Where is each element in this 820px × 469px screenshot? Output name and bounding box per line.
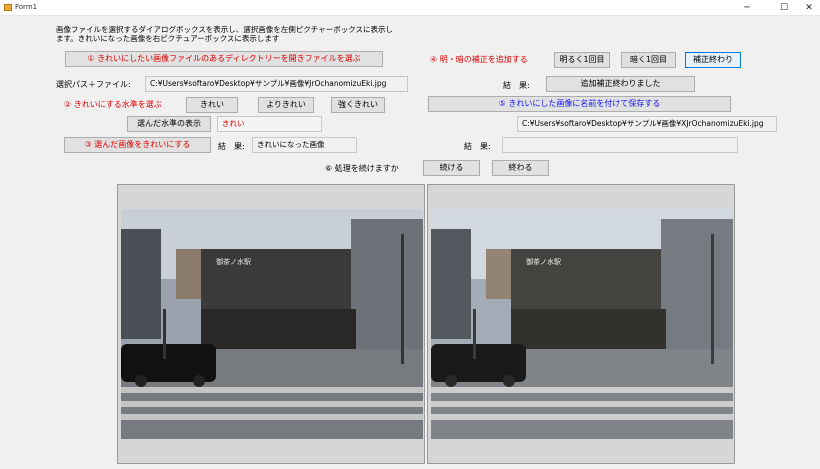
station-sign: 御茶ノ水駅 <box>526 257 561 266</box>
brighter-button[interactable]: 明るく1回目 <box>554 52 610 68</box>
maximize-button[interactable]: ☐ <box>770 1 798 15</box>
cleaned-picture-box: 御茶ノ水駅 <box>427 184 735 464</box>
darker-button[interactable]: 暗く1回目 <box>621 52 676 68</box>
level-kirei-button[interactable]: きれい <box>186 97 238 113</box>
step5-result-field[interactable] <box>502 137 738 153</box>
step4-result-label: 結 果: <box>503 81 530 90</box>
level-tsuyoku-button[interactable]: 強くきれい <box>331 97 385 113</box>
description-text: 画像ファイルを選択するダイアログボックスを表示し、選択画像を左側ピクチャーボック… <box>56 25 393 43</box>
continue-question-label: ⑥ 処理を続けますか <box>325 164 399 173</box>
level-label: ② きれいにする水準を選ぶ <box>64 100 162 109</box>
level-yorikirei-button[interactable]: よりきれい <box>258 97 314 113</box>
end-button[interactable]: 終わる <box>492 160 549 176</box>
title-bar: Form1 ─ ☐ ✕ <box>0 0 820 16</box>
finish-correction-button[interactable]: 補正終わり <box>685 52 741 68</box>
original-picture-box: 御茶ノ水駅 <box>117 184 425 464</box>
correction-label: ④ 明・暗の補正を追加する <box>430 55 528 64</box>
original-photo: 御茶ノ水駅 <box>121 209 423 439</box>
step3-result-label: 結 果: <box>218 142 245 151</box>
select-file-button[interactable]: ① きれいにしたい画像ファイルのあるディレクトリーを開きファイルを選ぶ <box>65 51 383 67</box>
save-path-field[interactable]: C:¥Users¥softaro¥Desktop¥サンプル¥画像¥XJrOcha… <box>517 116 777 132</box>
continue-button[interactable]: 続ける <box>423 160 480 176</box>
step5-result-label: 結 果: <box>464 142 491 151</box>
window-title: Form1 <box>15 3 38 11</box>
cleaned-photo: 御茶ノ水駅 <box>431 209 733 439</box>
station-sign: 御茶ノ水駅 <box>216 257 251 266</box>
form-client-area: 画像ファイルを選択するダイアログボックスを表示し、選択画像を左側ピクチャーボック… <box>0 16 820 469</box>
step4-result-field[interactable]: 追加補正終わりました <box>546 76 695 92</box>
step3-result-field[interactable]: きれいになった画像 <box>252 137 357 153</box>
app-icon <box>4 4 12 11</box>
selected-path-field[interactable]: C:¥Users¥softaro¥Desktop¥サンプル¥画像¥JrOchan… <box>145 76 408 92</box>
close-button[interactable]: ✕ <box>795 1 820 15</box>
path-label: 選択パス＋ファイル: <box>56 80 131 89</box>
save-image-button[interactable]: ⑤ きれいにした画像に名前を付けて保存する <box>428 96 731 112</box>
minimize-button[interactable]: ─ <box>733 1 761 15</box>
selected-level-field[interactable]: きれい <box>217 116 322 132</box>
clean-image-button[interactable]: ③ 選んだ画像をきれいにする <box>64 137 211 153</box>
show-level-button[interactable]: 選んだ水準の表示 <box>127 116 211 132</box>
